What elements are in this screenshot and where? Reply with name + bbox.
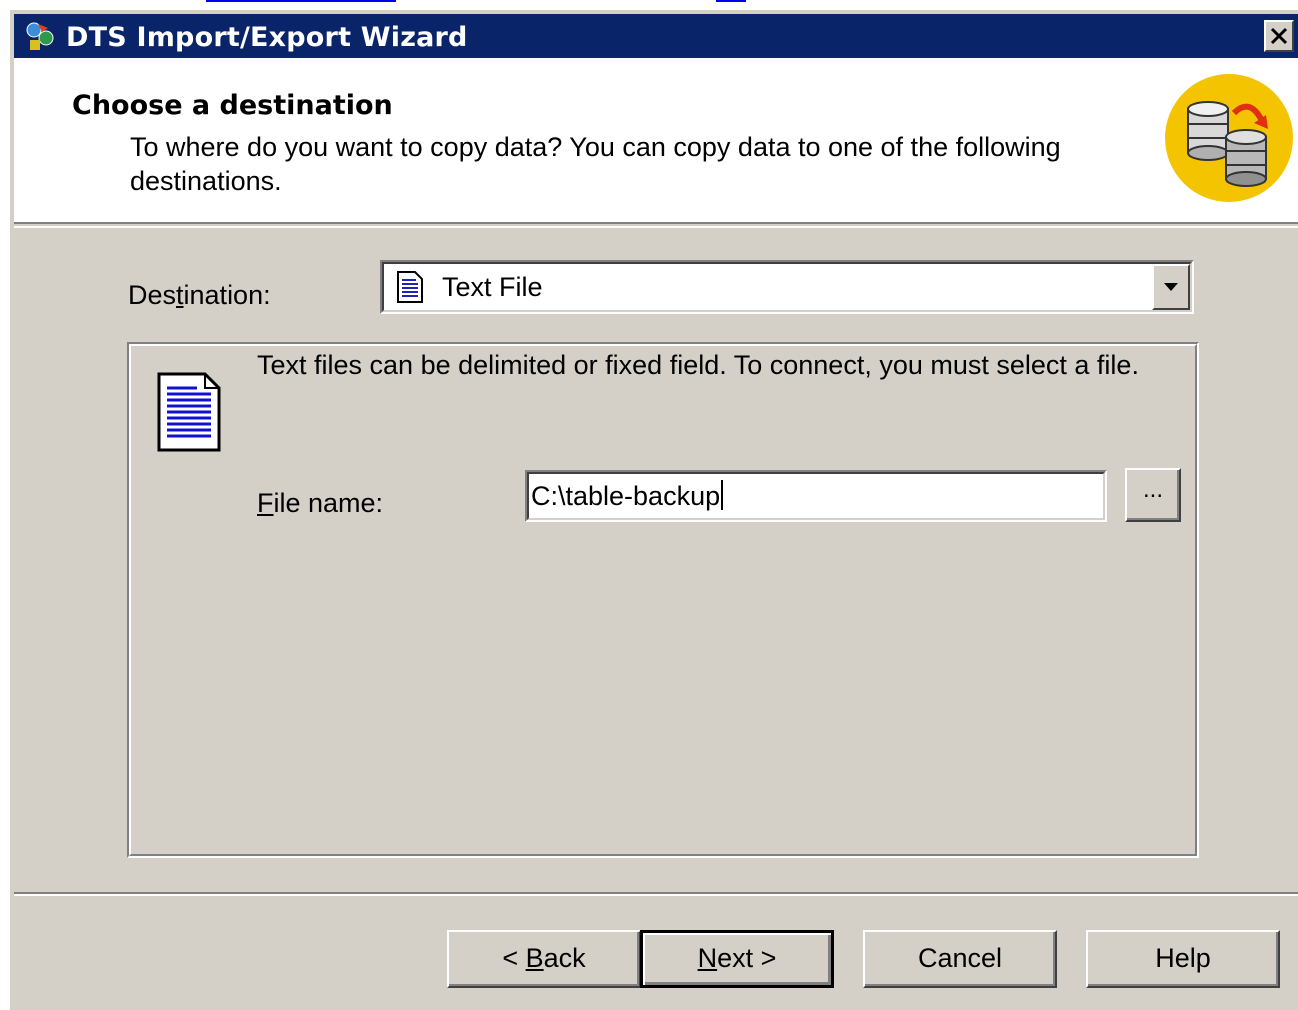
window-title: DTS Import/Export Wizard [66,22,468,53]
wizard-window: DTS Import/Export Wizard Choose a destin… [8,8,1298,1010]
database-transfer-icon [1165,74,1293,202]
background-page-strip [0,0,1298,8]
back-button[interactable]: < Back [447,930,641,988]
browse-button[interactable]: ... [1125,468,1181,522]
close-icon [1270,27,1288,45]
text-caret [721,480,724,510]
destination-label: Destination: [128,280,271,310]
title-bar[interactable]: DTS Import/Export Wizard [14,14,1298,58]
help-button[interactable]: Help [1086,930,1280,988]
page-subtitle: To where do you want to copy data? You c… [130,132,1061,196]
chevron-down-icon [1164,283,1178,291]
dropdown-arrow-button[interactable] [1152,264,1190,310]
destination-dropdown[interactable]: Text File [380,260,1194,314]
file-name-label: File name: [257,488,384,518]
destination-description: Text files can be delimited or fixed fie… [257,350,1139,380]
wizard-header: Choose a destination To where do you wan… [14,58,1298,224]
cancel-button[interactable]: Cancel [863,930,1057,988]
page-title: Choose a destination [72,90,393,121]
close-button[interactable] [1264,20,1294,52]
destination-selected: Text File [442,272,543,302]
text-document-icon [157,372,221,452]
file-name-input[interactable]: C:\table-backup [525,470,1107,522]
text-file-icon [397,271,423,303]
next-button[interactable]: Next > [640,930,834,988]
dts-app-icon [26,22,54,50]
file-name-value: C:\table-backup [531,481,721,511]
destination-details-panel: Text files can be delimited or fixed fie… [127,342,1199,858]
